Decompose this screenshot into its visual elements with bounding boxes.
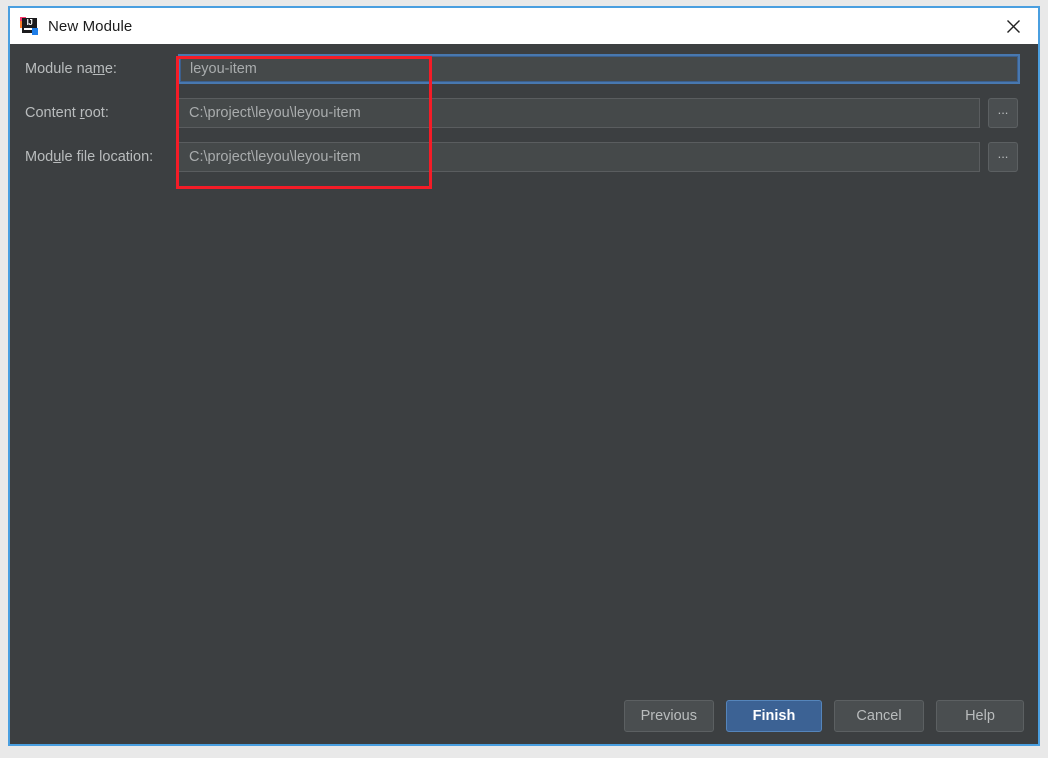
module-file-location-input[interactable]: C:\project\leyou\leyou-item xyxy=(178,142,980,172)
dialog-content: Module name: leyou-item Content root: C:… xyxy=(10,44,1038,744)
finish-button[interactable]: Finish xyxy=(726,700,822,732)
dialog-button-bar: Previous Finish Cancel Help xyxy=(10,700,1038,732)
dialog-title-bar: IJ New Module xyxy=(10,8,1038,44)
help-button[interactable]: Help xyxy=(936,700,1024,732)
intellij-idea-icon: IJ xyxy=(20,17,38,35)
module-name-label: Module name: xyxy=(25,61,117,77)
close-icon[interactable] xyxy=(994,8,1032,44)
content-root-row: Content root: C:\project\leyou\leyou-ite… xyxy=(10,98,1038,128)
module-name-row: Module name: leyou-item xyxy=(10,54,1038,84)
module-file-location-row: Module file location: C:\project\leyou\l… xyxy=(10,142,1038,172)
dialog-title: New Module xyxy=(48,17,133,35)
content-root-browse-button[interactable]: ... xyxy=(988,98,1018,128)
cancel-button[interactable]: Cancel xyxy=(834,700,924,732)
content-root-input[interactable]: C:\project\leyou\leyou-item xyxy=(178,98,980,128)
module-file-location-browse-button[interactable]: ... xyxy=(988,142,1018,172)
module-name-input[interactable]: leyou-item xyxy=(178,54,1020,84)
new-module-dialog: IJ New Module Module name: leyou-item Co… xyxy=(8,6,1040,746)
previous-button[interactable]: Previous xyxy=(623,700,714,732)
module-file-location-label: Module file location: xyxy=(25,149,154,165)
content-root-label: Content root: xyxy=(25,105,109,121)
